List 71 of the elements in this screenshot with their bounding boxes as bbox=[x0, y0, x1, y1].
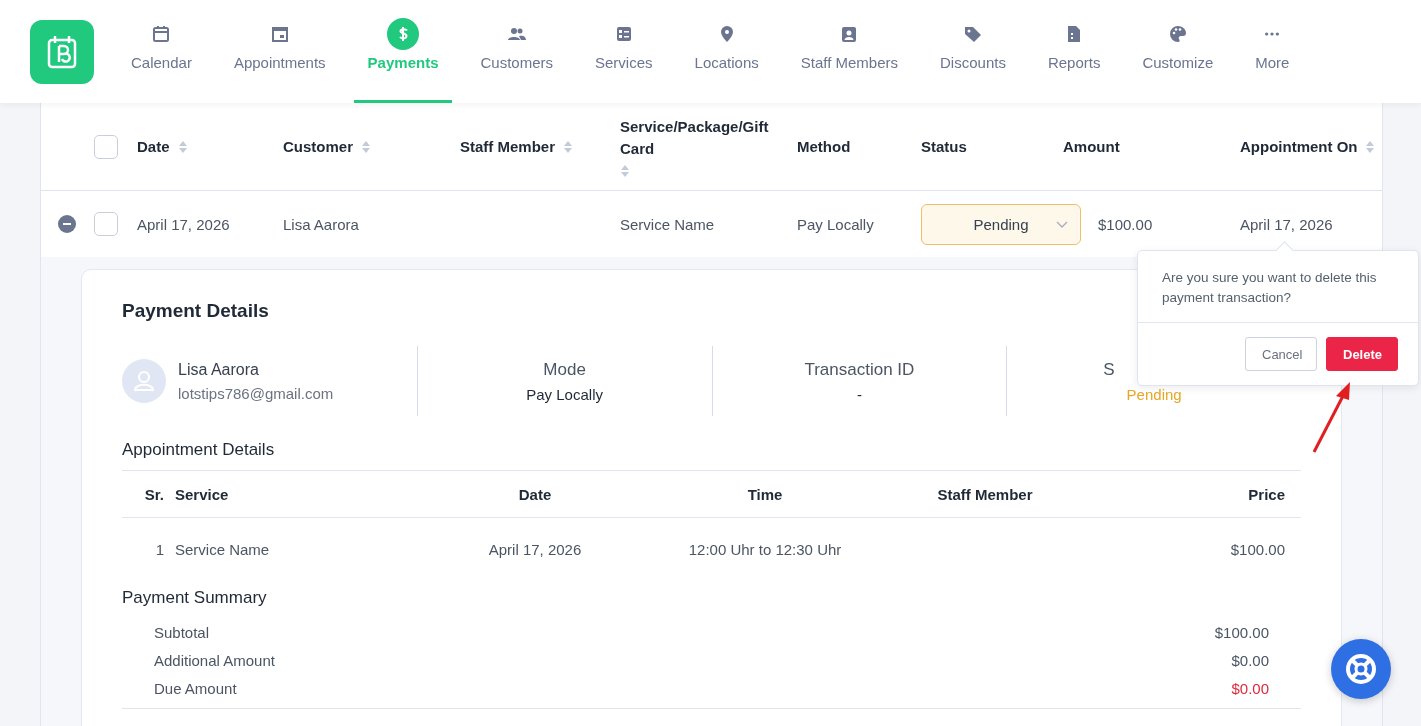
nav-tab[interactable]: Staff Members bbox=[786, 0, 913, 103]
customer-email: lotstips786@gmail.com bbox=[178, 384, 334, 402]
column-header: Service/Package/Gift Card bbox=[620, 116, 770, 159]
sort-icon[interactable] bbox=[361, 139, 371, 154]
nav-tab[interactable]: Customize bbox=[1128, 0, 1228, 103]
column-header: Time bbox=[746, 485, 784, 503]
summary-label: Additional Amount bbox=[154, 651, 275, 669]
table-cell-text: $100.00 bbox=[1229, 540, 1286, 558]
table-cell-text: 12:00 Uhr to 12:30 Uhr bbox=[687, 540, 843, 558]
column-header: Status bbox=[921, 136, 967, 157]
column-header: Amount bbox=[1063, 136, 1120, 157]
info-value: Pending bbox=[1126, 385, 1182, 403]
summary-label: Subtotal bbox=[154, 623, 210, 641]
table-cell-text: April 17, 2026 bbox=[1240, 215, 1334, 233]
confirm-message: Are you sure you want to delete this payment transaction? bbox=[1138, 251, 1418, 323]
summary-value: $0.00 bbox=[1231, 679, 1269, 697]
column-header: Price bbox=[1247, 485, 1286, 503]
info-value: Pay Locally bbox=[526, 385, 603, 403]
summary-value: $100.00 bbox=[1214, 623, 1269, 641]
row-checkbox[interactable] bbox=[94, 212, 118, 236]
column-header: Sr. bbox=[143, 485, 165, 503]
dots-icon bbox=[1265, 31, 1280, 36]
column-header: Staff Member bbox=[936, 485, 1034, 503]
select-all-checkbox[interactable] bbox=[94, 134, 118, 159]
summary-value: $0.00 bbox=[1231, 651, 1269, 669]
column-header: Customer bbox=[283, 136, 353, 157]
sort-icon[interactable] bbox=[177, 139, 188, 154]
section-title: Payment Summary bbox=[122, 588, 268, 608]
customer-name: Lisa Aarora bbox=[178, 360, 260, 379]
collapse-icon[interactable] bbox=[58, 215, 76, 233]
column-header: Method bbox=[797, 136, 851, 157]
table-cell-text: Service Name bbox=[175, 540, 271, 558]
info-label: S bbox=[1103, 359, 1116, 380]
sort-icon[interactable] bbox=[1365, 139, 1376, 154]
nav-tab[interactable]: Services bbox=[581, 0, 667, 103]
nav-tab[interactable]: More bbox=[1241, 0, 1304, 103]
status-dropdown[interactable]: Pending bbox=[921, 203, 1081, 245]
section-title: Appointment Details bbox=[122, 440, 276, 460]
sort-icon[interactable] bbox=[620, 163, 630, 178]
nav-tab[interactable]: Customers bbox=[466, 0, 567, 103]
table-cell-text: $100.00 bbox=[1098, 215, 1154, 233]
sort-icon[interactable] bbox=[563, 139, 574, 154]
table-cell-text: 1 bbox=[154, 540, 165, 558]
nav-tab[interactable]: Appointments bbox=[219, 0, 340, 103]
chevron-down-icon bbox=[1056, 220, 1068, 229]
table-cell-text: Pay Locally bbox=[797, 215, 875, 233]
table-cell-text: Lisa Aarora bbox=[283, 215, 360, 233]
palette-icon bbox=[1167, 23, 1188, 44]
delete-button[interactable]: Delete bbox=[1326, 337, 1398, 371]
logo-icon[interactable] bbox=[30, 19, 94, 84]
nav-tab[interactable]: Discounts bbox=[926, 0, 1020, 103]
avatar-icon bbox=[122, 359, 166, 403]
cancel-button[interactable]: Cancel bbox=[1245, 337, 1317, 371]
column-header: Staff Member bbox=[460, 136, 556, 157]
info-value: - bbox=[856, 385, 862, 403]
column-header: Appointment On bbox=[1240, 136, 1358, 157]
section-title: Payment Details bbox=[122, 300, 269, 322]
nav-tab[interactable]: Reports bbox=[1033, 0, 1115, 103]
table-cell-text: April 17, 2026 bbox=[137, 215, 231, 233]
summary-label: Due Amount bbox=[154, 679, 237, 697]
lifebuoy-icon bbox=[1344, 652, 1378, 686]
calendar-icon bbox=[151, 23, 172, 44]
nav-tab[interactable]: Calendar bbox=[117, 0, 206, 103]
info-label: Mode bbox=[543, 359, 586, 380]
table-cell-text: April 17, 2026 bbox=[487, 540, 583, 558]
column-header: Date bbox=[517, 485, 553, 503]
nav-tab[interactable]: Locations bbox=[680, 0, 773, 103]
table-cell-text: Service Name bbox=[620, 215, 716, 233]
column-header: Service bbox=[175, 485, 230, 503]
column-header: Date bbox=[137, 136, 170, 157]
info-label: Transaction ID bbox=[804, 359, 915, 380]
